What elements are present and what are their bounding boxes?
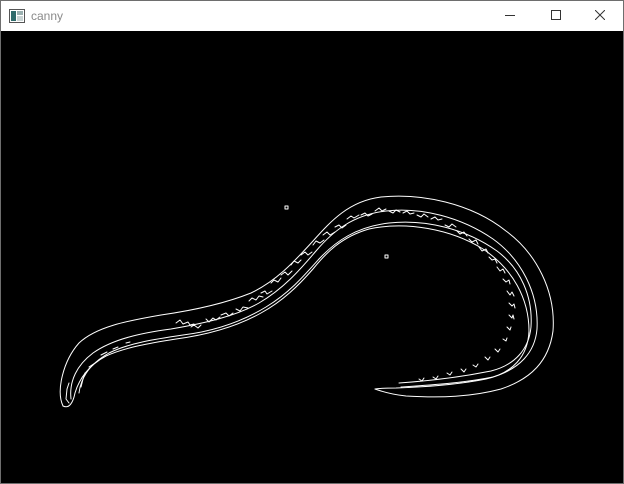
worm-inner-edge (70, 209, 538, 400)
gut-texture (175, 207, 516, 382)
maximize-icon (551, 7, 561, 25)
worm-outer-edge (59, 195, 554, 407)
worm-outer-edge-lower (62, 225, 530, 408)
worm-inner-edge-2 (78, 221, 532, 394)
edge-speck (284, 205, 289, 210)
maximize-button[interactable] (533, 1, 579, 31)
close-button[interactable] (577, 1, 623, 31)
title-bar[interactable]: canny (1, 1, 623, 31)
opencv-window-icon (9, 9, 25, 23)
app-window: canny (0, 0, 624, 484)
head-detail (80, 341, 131, 388)
close-icon (594, 7, 606, 25)
canny-edge-image (59, 195, 554, 408)
window-title: canny (31, 9, 64, 23)
minimize-button[interactable] (487, 1, 533, 31)
head-tip (65, 382, 70, 404)
edge-speck (384, 254, 389, 259)
minimize-icon (505, 7, 515, 25)
image-canvas[interactable] (1, 31, 623, 483)
